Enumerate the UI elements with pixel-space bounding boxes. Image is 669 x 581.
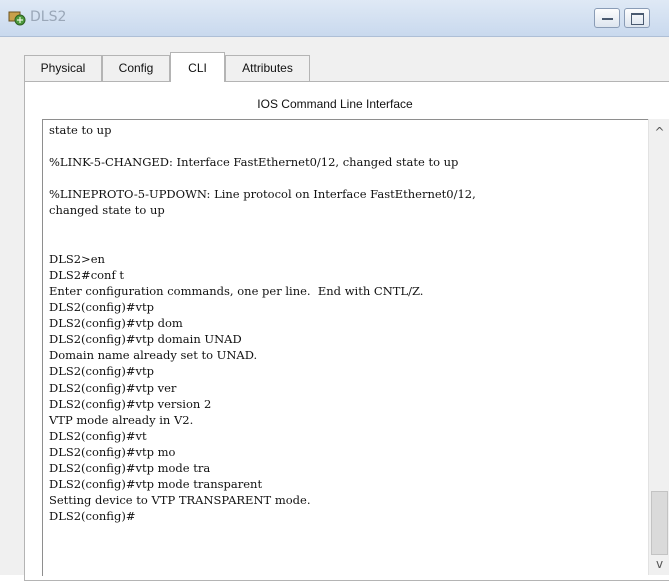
- terminal-line: %LINEPROTO-5-UPDOWN: Line protocol on In…: [49, 187, 476, 202]
- terminal-scrollbar[interactable]: ^ v: [648, 119, 669, 575]
- terminal-line: DLS2(config)#vtp version 2: [49, 396, 212, 411]
- maximize-icon: [631, 13, 644, 25]
- terminal-output: state to up %LINK-5-CHANGED: Interface Fa…: [49, 122, 649, 524]
- terminal-line: DLS2(config)#vtp mo: [49, 444, 176, 459]
- cli-terminal[interactable]: state to up %LINK-5-CHANGED: Interface Fa…: [42, 119, 649, 576]
- scroll-up-icon[interactable]: ^: [649, 123, 669, 141]
- terminal-line: DLS2>en: [49, 251, 105, 266]
- terminal-line: %LINK-5-CHANGED: Interface FastEthernet0…: [49, 155, 459, 170]
- terminal-line: DLS2(config)#vtp dom: [49, 316, 183, 331]
- terminal-line: DLS2(config)#: [49, 509, 136, 524]
- tab-config[interactable]: Config: [102, 55, 170, 81]
- maximize-button[interactable]: [624, 8, 650, 28]
- window-titlebar: DLS2: [0, 0, 669, 37]
- terminal-line: Enter configuration commands, one per li…: [49, 283, 424, 298]
- terminal-line: Domain name already set to UNAD.: [49, 348, 258, 363]
- minimize-button[interactable]: [594, 8, 620, 28]
- packet-tracer-icon: [8, 11, 26, 26]
- terminal-line: state to up: [49, 123, 112, 137]
- terminal-line: DLS2#conf t: [49, 267, 124, 282]
- terminal-line: DLS2(config)#vtp domain UNAD: [49, 332, 242, 347]
- window-title: DLS2: [30, 9, 67, 25]
- minimize-icon: [602, 18, 613, 20]
- terminal-line: changed state to up: [49, 203, 165, 218]
- cli-heading: IOS Command Line Interface: [257, 97, 413, 111]
- terminal-line: DLS2(config)#vtp: [49, 300, 154, 315]
- tab-cli[interactable]: CLI: [170, 52, 225, 82]
- terminal-line: Setting device to VTP TRANSPARENT mode.: [49, 493, 311, 508]
- scroll-down-icon[interactable]: v: [649, 555, 669, 573]
- terminal-line: DLS2(config)#vt: [49, 428, 147, 443]
- terminal-line: DLS2(config)#vtp mode tra: [49, 460, 211, 475]
- terminal-line: DLS2(config)#vtp mode transparent: [49, 477, 263, 492]
- scroll-thumb[interactable]: [651, 491, 668, 555]
- terminal-line: DLS2(config)#vtp ver: [49, 380, 177, 395]
- terminal-line: DLS2(config)#vtp: [49, 364, 154, 379]
- tab-physical[interactable]: Physical: [24, 55, 102, 81]
- terminal-line: VTP mode already in V2.: [49, 412, 194, 427]
- tab-attributes[interactable]: Attributes: [225, 55, 310, 81]
